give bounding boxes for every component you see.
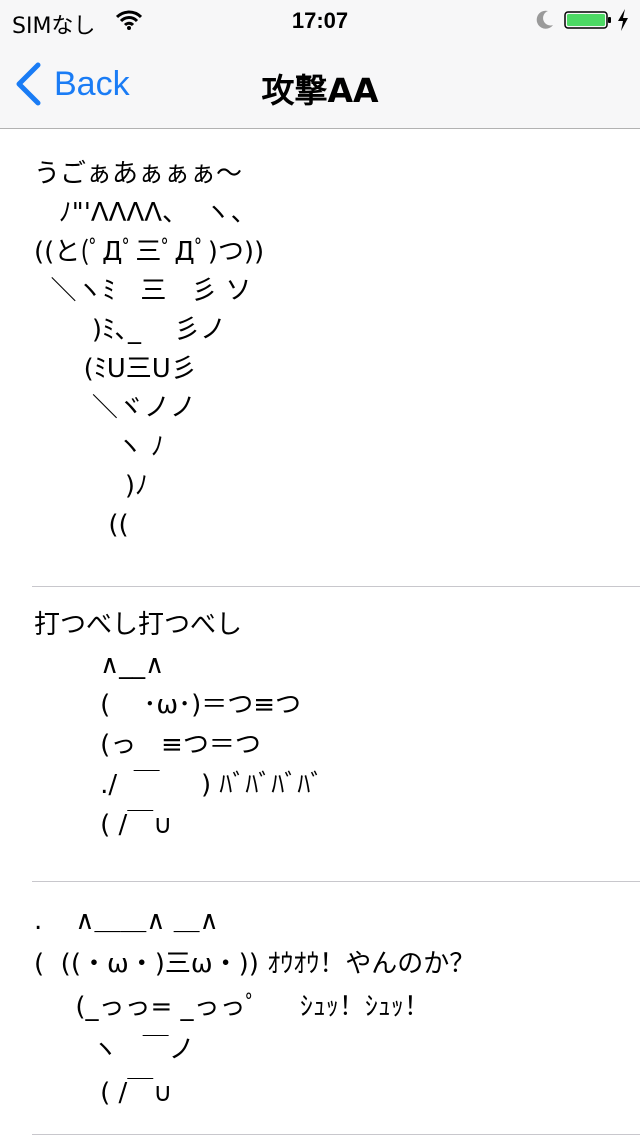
moon-icon [536,10,553,29]
aa-text: うごぁあぁぁぁ〜 ﾉ"'ΛΛΛΛ、 ヽ、 ((と(ﾟДﾟ三ﾟДﾟ)つ)) ＼ヽﾐ… [34,159,265,540]
aa-list-item[interactable]: 打つべし打つべし ∧__∧ ( ･ω･)＝つ≡つ (っ ≡つ＝つ ./ ￣ ) … [32,587,640,882]
aa-list-item[interactable]: . ∧＿＿∧ ＿∧ ( ((・ω・)三ω・)) ｵｳｵｳ！やんのか？ (_っっ=… [32,882,640,1135]
aa-text: . ∧＿＿∧ ＿∧ ( ((・ω・)三ω・)) ｵｳｵｳ！やんのか？ (_っっ=… [34,906,476,1108]
battery-icon [564,11,611,29]
charging-bolt-icon [618,9,628,31]
aa-list-item[interactable]: うごぁあぁぁぁ〜 ﾉ"'ΛΛΛΛ、 ヽ、 ((と(ﾟДﾟ三ﾟДﾟ)つ)) ＼ヽﾐ… [32,129,640,587]
aa-text: 打つべし打つべし ∧__∧ ( ･ω･)＝つ≡つ (っ ≡つ＝つ ./ ￣ ) … [34,610,324,840]
page-title: 攻撃AA [261,71,379,110]
status-bar: SIMなし 17:07 [0,0,640,40]
navigation-bar: Back 攻撃AA [0,40,640,129]
aa-list[interactable]: うごぁあぁぁぁ〜 ﾉ"'ΛΛΛΛ、 ヽ、 ((と(ﾟДﾟ三ﾟДﾟ)つ)) ＼ヽﾐ… [0,129,640,1136]
